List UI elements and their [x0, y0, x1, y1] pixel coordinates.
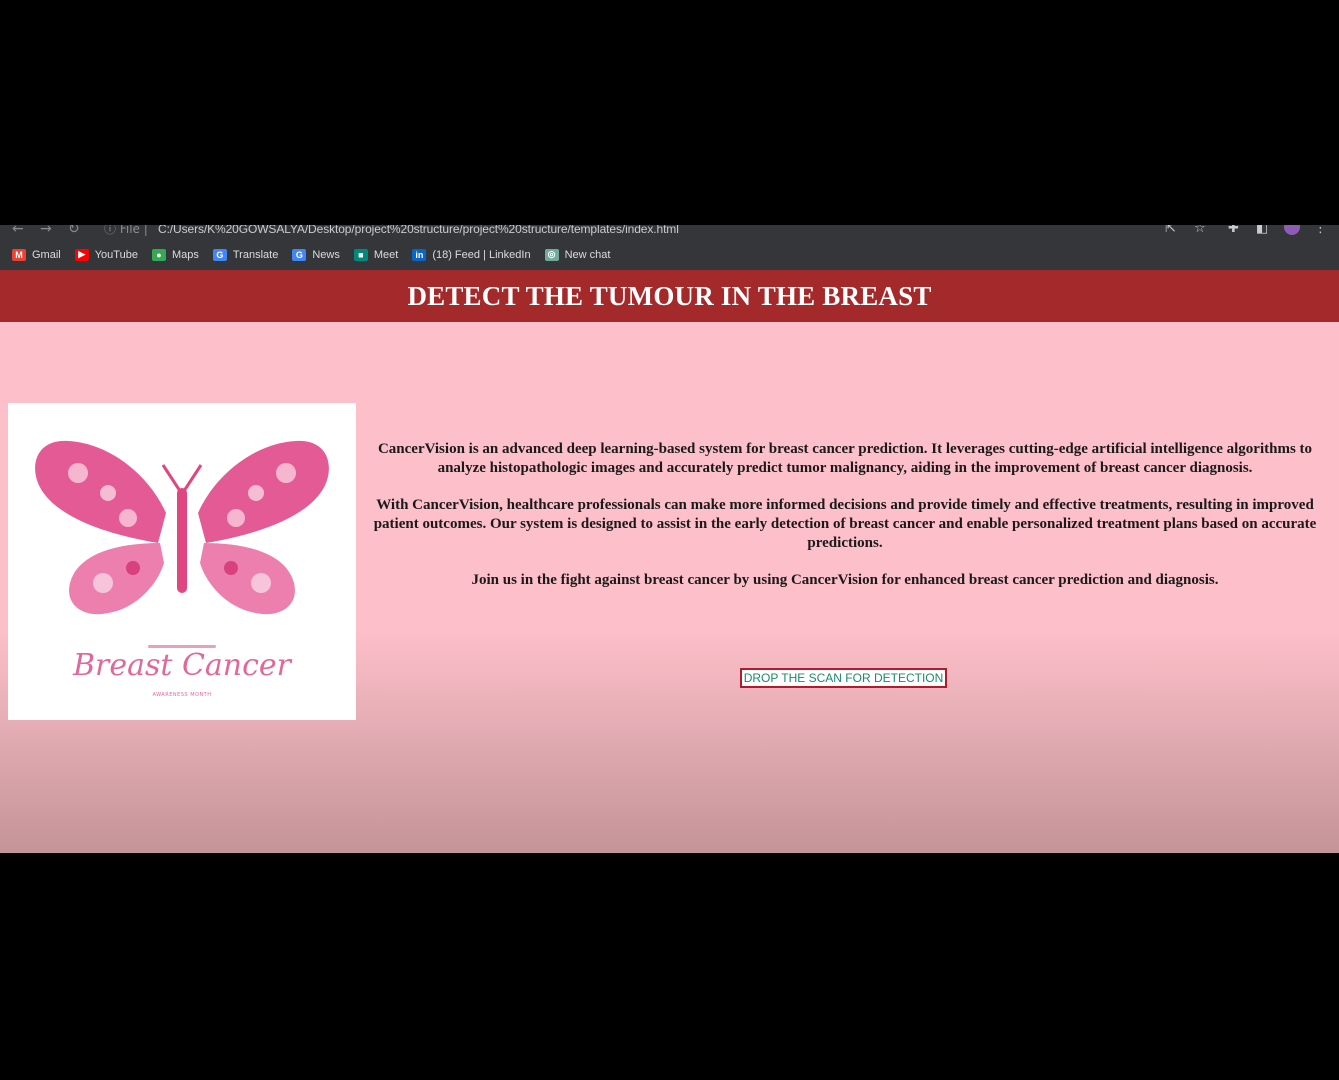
maps-icon: ● [151, 248, 166, 261]
description-paragraph: Join us in the fight against breast canc… [471, 572, 1219, 588]
description-paragraph: CancerVision is an advanced deep learnin… [377, 441, 1313, 476]
browser-window: ← → ↻ ⓘ File | C:/Users/K%20GOWSALYA/Des… [0, 225, 1339, 853]
bookmark-star-icon[interactable]: ☆ [1194, 225, 1206, 236]
page-header: DETECT THE TUMOUR IN THE BREAST [0, 270, 1339, 322]
bookmark-label: YouTube [94, 248, 138, 261]
extensions-icon[interactable]: ✚ [1228, 225, 1239, 236]
site-info-icon[interactable]: ⓘ File | [104, 225, 148, 237]
breast-cancer-awareness-image: Breast Cancer AWARENESS MONTH [8, 403, 356, 720]
description: CancerVision is an advanced deep learnin… [358, 440, 1332, 608]
bookmark-item[interactable]: in (18) Feed | LinkedIn [412, 248, 531, 261]
forward-icon[interactable]: → [40, 225, 52, 237]
bookmark-label: Translate [232, 248, 279, 261]
bookmark-label: News [312, 248, 340, 261]
back-icon[interactable]: ← [12, 225, 24, 237]
bookmark-item[interactable]: M Gmail [12, 248, 61, 261]
web-page: DETECT THE TUMOUR IN THE BREAST Breast C… [0, 270, 1339, 853]
bookmark-item[interactable]: ● Maps [151, 248, 199, 261]
bookmark-item[interactable]: ■ Meet [353, 248, 399, 261]
news-icon: G [292, 248, 307, 261]
bookmark-item[interactable]: ◎ New chat [544, 248, 611, 261]
chat-icon: ◎ [544, 248, 559, 261]
bookmark-label: New chat [564, 248, 611, 261]
bookmarks-bar: M Gmail ▶ YouTube ● Maps G Translate G News ■ Meet i… [0, 239, 1339, 270]
reload-icon[interactable]: ↻ [68, 225, 80, 237]
image-subcaption: AWARENESS MONTH [152, 692, 212, 698]
bookmark-label: Gmail [32, 248, 61, 261]
bookmark-item[interactable]: ▶ YouTube [74, 248, 138, 261]
menu-icon[interactable]: ⋮ [1314, 225, 1327, 236]
address-bar: ← → ↻ ⓘ File | C:/Users/K%20GOWSALYA/Des… [0, 225, 1339, 239]
linkedin-icon: in [412, 248, 427, 261]
drop-scan-button[interactable]: DROP THE SCAN FOR DETECTION [740, 668, 947, 688]
description-paragraph: With CancerVision, healthcare profession… [373, 497, 1317, 551]
url-scheme-label: File [119, 225, 140, 236]
gmail-icon: M [12, 248, 26, 261]
meet-icon: ■ [353, 248, 368, 261]
page-title: DETECT THE TUMOUR IN THE BREAST [407, 280, 932, 311]
youtube-icon: ▶ [74, 248, 89, 261]
bookmark-label: Maps [171, 248, 199, 261]
bookmark-item[interactable]: G Translate [212, 248, 279, 261]
bookmark-item[interactable]: G News [292, 248, 340, 261]
image-caption: Breast Cancer [72, 648, 292, 683]
bookmark-label: (18) Feed | LinkedIn [432, 248, 531, 261]
share-icon[interactable]: ⇱ [1165, 225, 1176, 236]
profile-avatar[interactable] [1284, 225, 1300, 235]
bookmark-label: Meet [373, 248, 399, 261]
url-input[interactable]: C:/Users/K%20GOWSALYA/Desktop/project%20… [158, 225, 679, 236]
side-panel-icon[interactable]: ◧ [1256, 225, 1268, 236]
translate-icon: G [212, 248, 227, 261]
